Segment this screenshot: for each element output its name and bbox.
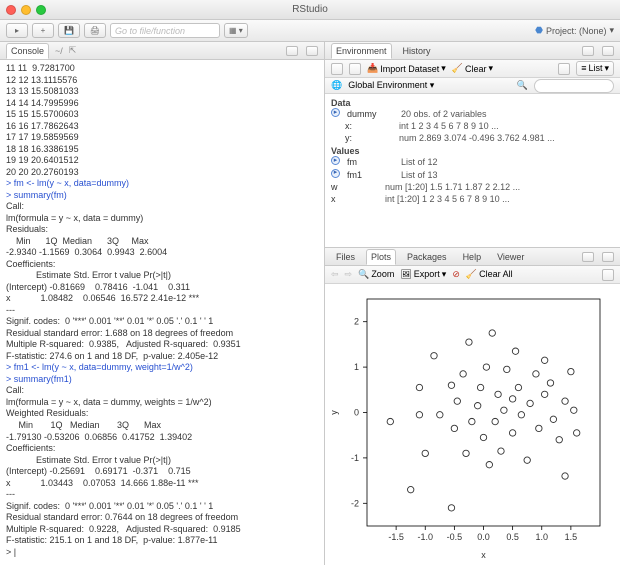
- svg-text:1: 1: [354, 362, 359, 372]
- svg-text:y: y: [329, 410, 339, 415]
- svg-text:-2: -2: [351, 498, 359, 508]
- plot-prev-icon[interactable]: ⇦: [331, 269, 339, 280]
- svg-text:-0.5: -0.5: [447, 532, 463, 542]
- save-button[interactable]: 💾: [58, 23, 80, 38]
- env-pane-minimize-button[interactable]: [582, 46, 594, 56]
- project-menu[interactable]: ⬣ Project: (None) ▾: [535, 25, 614, 36]
- plot-export-button[interactable]: 🖼 Export ▾: [400, 269, 446, 280]
- console-wd-reveal-icon[interactable]: ⇱: [69, 45, 77, 56]
- plot-surface: -1.5 -1.0 -0.5 0.0 0.5 1.0 1.5 -2 -1 0 1 2 x y: [325, 284, 620, 565]
- console-wd: ~/: [55, 46, 63, 56]
- project-label: Project: (None): [546, 26, 607, 36]
- environment-list[interactable]: Data▸dummy20 obs. of 2 variablesx:int 1 …: [325, 94, 620, 247]
- plot-next-icon[interactable]: ⇨: [345, 269, 353, 280]
- tab-console[interactable]: Console: [6, 43, 49, 59]
- env-pane-maximize-button[interactable]: [602, 46, 614, 56]
- svg-text:-1.0: -1.0: [417, 532, 433, 542]
- window-title: RStudio: [0, 4, 620, 15]
- env-scope-selector[interactable]: Global Environment ▾: [348, 80, 434, 91]
- tab-plots[interactable]: Plots: [366, 249, 396, 265]
- pane-minimize-button[interactable]: [286, 46, 298, 56]
- addins-button[interactable]: ▦ ▾: [224, 23, 248, 38]
- svg-text:0.5: 0.5: [506, 532, 519, 542]
- svg-text:-1: -1: [351, 453, 359, 463]
- svg-text:2: 2: [354, 317, 359, 327]
- svg-text:0: 0: [354, 408, 359, 418]
- tab-viewer[interactable]: Viewer: [492, 249, 529, 265]
- tab-help[interactable]: Help: [458, 249, 487, 265]
- svg-text:1.5: 1.5: [565, 532, 578, 542]
- open-file-button[interactable]: +: [32, 23, 54, 38]
- svg-text:x: x: [481, 550, 486, 560]
- plots-pane-minimize-button[interactable]: [582, 252, 594, 262]
- save-workspace-icon[interactable]: [349, 63, 361, 75]
- tab-environment[interactable]: Environment: [331, 43, 392, 59]
- load-workspace-icon[interactable]: [331, 63, 343, 75]
- import-dataset-button[interactable]: 📥 Import Dataset ▾: [367, 63, 446, 74]
- plot-remove-icon[interactable]: ⊘: [452, 269, 460, 280]
- tab-history[interactable]: History: [398, 43, 436, 59]
- plot-clearall-button[interactable]: 🧹 Clear All: [466, 269, 513, 280]
- svg-text:-1.5: -1.5: [388, 532, 404, 542]
- plot-refresh-icon[interactable]: [602, 269, 614, 281]
- refresh-env-icon[interactable]: [558, 63, 570, 75]
- print-button[interactable]: 🖨: [84, 23, 106, 38]
- goto-function-placeholder: Go to file/function: [115, 26, 185, 36]
- console-output[interactable]: 11 11 9.728170012 12 13.111557613 13 15.…: [0, 60, 324, 565]
- goto-function-input[interactable]: Go to file/function: [110, 23, 220, 38]
- svg-text:1.0: 1.0: [535, 532, 548, 542]
- new-file-button[interactable]: ▸: [6, 23, 28, 38]
- plot-zoom-button[interactable]: 🔍 Zoom: [358, 269, 394, 280]
- clear-env-button[interactable]: 🧹 Clear ▾: [452, 63, 493, 74]
- tab-packages[interactable]: Packages: [402, 249, 452, 265]
- tab-files[interactable]: Files: [331, 249, 360, 265]
- env-search-input[interactable]: [534, 79, 614, 93]
- plots-pane-maximize-button[interactable]: [602, 252, 614, 262]
- env-scope-icon: 🌐: [331, 80, 342, 91]
- env-view-mode[interactable]: ≡ List ▾: [576, 61, 614, 76]
- svg-text:0.0: 0.0: [477, 532, 490, 542]
- pane-maximize-button[interactable]: [306, 46, 318, 56]
